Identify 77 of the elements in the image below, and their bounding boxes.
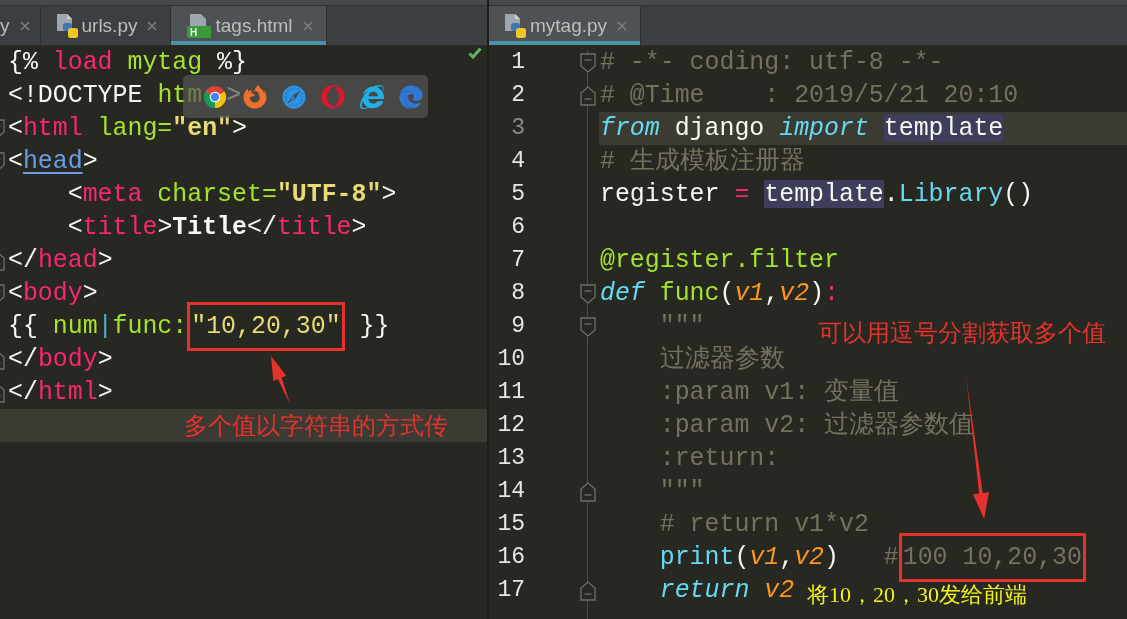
firefox-browser-icon[interactable] <box>243 84 267 109</box>
editor-tab[interactable]: mytag.py <box>489 6 642 45</box>
editor-tab[interactable]: urls.py <box>40 6 172 45</box>
code-line: 100 10,20,30 <box>902 542 1082 573</box>
fold-marker-icon[interactable] <box>580 580 596 601</box>
line-number: 12 <box>497 411 525 440</box>
python-file-icon <box>505 13 526 38</box>
code-line: <title>Title</title> <box>66 212 367 243</box>
code-line: {{ num|func: <box>8 311 188 342</box>
line-number: 1 <box>511 48 525 77</box>
annotation-text: 多个值以字符串的方式传 <box>184 412 448 441</box>
code-line: :param v1: 变量值 <box>658 377 900 408</box>
line-number: 16 <box>497 543 525 572</box>
close-icon[interactable] <box>302 20 313 31</box>
code-line: # @Time : 2019/5/21 20:10 <box>600 80 1019 111</box>
code-line: from django import template <box>600 113 1004 144</box>
code-line: # -*- coding: utf-8 -*- <box>600 47 944 78</box>
fold-marker-icon[interactable] <box>580 85 596 106</box>
python-file-icon <box>56 13 78 38</box>
code-line: # return v1*v2 <box>658 509 869 540</box>
code-line: <meta charset="UTF-8"> <box>66 179 397 210</box>
code-line: </head> <box>8 245 113 276</box>
line-number: 3 <box>511 114 525 143</box>
line-number: 10 <box>497 345 525 374</box>
fold-marker-icon[interactable] <box>580 316 596 337</box>
line-number: 8 <box>511 279 525 308</box>
chrome-browser-icon[interactable] <box>204 85 226 108</box>
close-icon[interactable] <box>19 20 30 31</box>
code-line: </html> <box>8 377 113 408</box>
line-number: 15 <box>497 510 525 539</box>
opera-browser-icon[interactable] <box>321 84 345 109</box>
code-line: <body> <box>8 278 98 309</box>
code-line: <html lang="en"> <box>8 113 247 144</box>
annotation-arrow <box>271 356 290 404</box>
line-number: 5 <box>511 180 525 209</box>
line-number: 4 <box>511 147 525 176</box>
check-icon <box>468 47 482 59</box>
editor-tab[interactable]: y <box>0 6 41 45</box>
line-number: 14 <box>497 477 525 506</box>
code-line: }} <box>358 311 390 342</box>
code-line: # 生成模板注册器 <box>600 146 805 177</box>
line-number: 2 <box>511 81 525 110</box>
code-line: > <box>226 80 242 111</box>
code-line: {% load mytag %} <box>8 47 247 78</box>
fold-marker-icon[interactable] <box>0 118 5 139</box>
code-line: print(v1,v2) # <box>658 542 899 573</box>
line-number: 17 <box>497 576 525 605</box>
line-number: 7 <box>511 246 525 275</box>
safari-browser-icon[interactable] <box>282 84 306 109</box>
code-line: """ <box>658 311 705 342</box>
line-number: 9 <box>511 312 525 341</box>
fold-marker-icon[interactable] <box>580 52 596 73</box>
code-line: return v2 <box>658 575 795 606</box>
edge-browser-icon[interactable] <box>399 84 423 109</box>
editor-tab[interactable]: H tags.html <box>171 6 327 45</box>
fold-marker-icon[interactable] <box>0 283 5 304</box>
annotation-text: 将10，20，30发给前端 <box>807 581 1027 609</box>
internet-explorer-icon[interactable] <box>360 84 384 109</box>
line-number: 11 <box>497 378 525 407</box>
code-line: <head> <box>8 146 98 177</box>
close-icon[interactable] <box>617 20 628 31</box>
code-line: :return: <box>658 443 780 474</box>
code-line: 过滤器参数 <box>658 344 785 375</box>
code-line: "10,20,30" <box>191 311 341 342</box>
code-line: """ <box>658 476 705 507</box>
fold-marker-icon[interactable] <box>580 481 596 502</box>
code-line: </body> <box>8 344 113 375</box>
line-number: 6 <box>511 213 525 242</box>
code-line: @register.filter <box>600 245 839 276</box>
close-icon[interactable] <box>147 20 158 31</box>
code-line: def func(v1,v2): <box>600 278 839 309</box>
line-number: 13 <box>497 444 525 473</box>
fold-marker-icon[interactable] <box>0 151 5 172</box>
code-line: <!DOCTYPE htm <box>8 80 203 111</box>
code-line: register = template.Library() <box>600 179 1034 210</box>
annotation-text: 可以用逗号分割获取多个值 <box>818 319 1106 348</box>
fold-marker-icon[interactable] <box>580 283 596 304</box>
